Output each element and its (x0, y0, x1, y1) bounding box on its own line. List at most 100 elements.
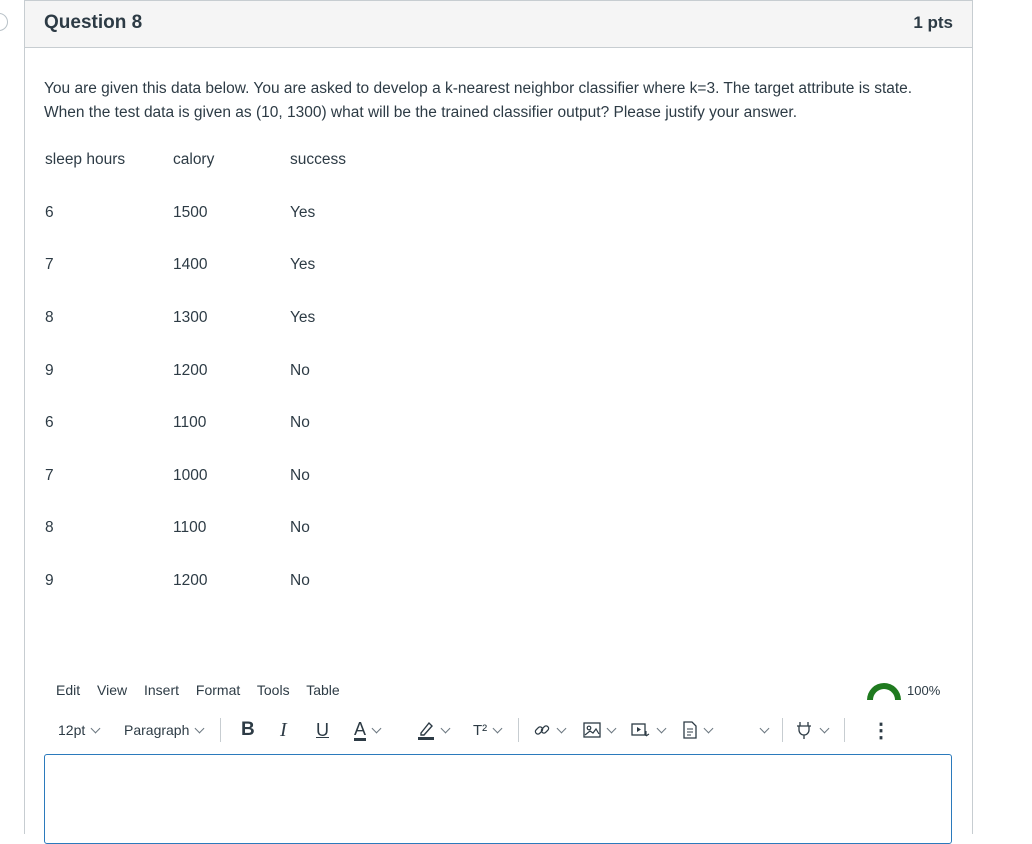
chevron-down-icon (440, 723, 451, 733)
chevron-down-icon (819, 723, 830, 733)
table-cell: Yes (290, 309, 316, 326)
chevron-down-icon (194, 723, 205, 733)
question-text: You are given this data below. You are a… (44, 77, 944, 125)
highlight-color-button[interactable] (417, 716, 451, 744)
table-cell: No (290, 467, 310, 484)
table-cell: 1200 (173, 362, 208, 379)
document-icon (683, 721, 697, 739)
table-cell: Yes (290, 256, 316, 273)
question-card: Question 8 1 pts You are given this data… (24, 0, 973, 844)
question-title: Question 8 (44, 12, 143, 33)
menu-insert[interactable]: Insert (144, 682, 179, 698)
accessibility-checker[interactable]: 100% (867, 680, 947, 702)
table-cell: No (290, 362, 310, 379)
block-format-select[interactable]: Paragraph (124, 716, 205, 744)
table-cell: 1100 (173, 519, 207, 536)
table-cell: 7 (45, 256, 54, 273)
text-color-button[interactable]: A (354, 716, 382, 744)
kebab-icon: ⋮ (871, 719, 891, 742)
table-row: 7 1400 Yes (45, 256, 445, 280)
table-cell: Yes (290, 204, 316, 221)
flag-question-icon[interactable] (0, 13, 8, 31)
table-row: 6 1500 Yes (45, 204, 445, 228)
image-button[interactable] (583, 716, 617, 744)
table-cell: 7 (45, 467, 54, 484)
chevron-down-icon (492, 723, 503, 733)
plug-icon (797, 722, 811, 739)
table-cell: 6 (45, 204, 54, 221)
menu-table[interactable]: Table (306, 682, 339, 698)
menu-tools[interactable]: Tools (257, 682, 290, 698)
media-button[interactable] (631, 716, 667, 744)
table-row: 8 1100 No (45, 519, 445, 543)
italic-button[interactable]: I (280, 716, 287, 744)
superscript-label: T² (473, 721, 488, 739)
link-icon (534, 725, 550, 735)
zoom-level: 100% (907, 683, 941, 698)
gauge-icon (867, 683, 901, 700)
table-cell: No (290, 519, 310, 536)
question-points: 1 pts (913, 13, 953, 32)
column-header: sleep hours (45, 151, 126, 168)
table-cell: 8 (45, 309, 54, 326)
apps-button[interactable] (794, 716, 830, 744)
toolbar-divider (220, 718, 221, 742)
highlighter-icon (418, 721, 434, 740)
font-size-value: 12pt (58, 722, 86, 738)
toolbar-divider (518, 718, 519, 742)
answer-text (45, 755, 951, 771)
bold-label: B (241, 719, 255, 740)
toolbar-divider (782, 718, 783, 742)
answer-editor[interactable] (44, 754, 952, 844)
chevron-down-icon (90, 723, 101, 733)
media-icon (631, 723, 650, 737)
table-row: 6 1100 No (45, 414, 445, 438)
menu-format[interactable]: Format (196, 682, 240, 698)
text-color-icon: A (354, 718, 367, 741)
block-format-value: Paragraph (124, 722, 190, 738)
menu-view[interactable]: View (97, 682, 127, 698)
table-cell: 8 (45, 519, 54, 536)
link-button[interactable] (533, 716, 567, 744)
table-cell: 1200 (173, 572, 208, 589)
table-row: 8 1300 Yes (45, 309, 445, 333)
question-header: Question 8 1 pts (25, 1, 972, 48)
table-header-row: sleep hours calory success (45, 151, 445, 175)
chevron-down-icon (371, 723, 382, 733)
question-text-line: You are given this data below. You are a… (44, 80, 913, 97)
column-header: success (290, 151, 346, 168)
table-cell: 1300 (173, 309, 208, 326)
image-icon (583, 722, 601, 738)
table-row: 9 1200 No (45, 362, 445, 386)
table-cell: 9 (45, 362, 54, 379)
chevron-down-icon (556, 723, 567, 733)
table-cell: 6 (45, 414, 54, 431)
underline-button[interactable]: U (316, 716, 329, 744)
toolbar-divider (844, 718, 845, 742)
table-cell: No (290, 572, 310, 589)
more-menu-button[interactable]: ⋮ (871, 716, 891, 744)
underline-label: U (316, 719, 329, 740)
bold-button[interactable]: B (241, 716, 255, 744)
editor-toolbar: 12pt Paragraph B I U A T² ⋮ (56, 716, 956, 744)
editor-menubar: Edit View Insert Format Tools Table (56, 682, 353, 698)
column-header: calory (173, 151, 215, 168)
superscript-button[interactable]: T² (473, 716, 503, 744)
more-options-dropdown[interactable] (754, 716, 770, 744)
menu-edit[interactable]: Edit (56, 682, 80, 698)
document-button[interactable] (682, 716, 714, 744)
italic-label: I (280, 718, 287, 741)
question-text-line: When the test data is given as (10, 1300… (44, 104, 798, 121)
table-row: 9 1200 No (45, 572, 445, 596)
font-size-select[interactable]: 12pt (58, 716, 101, 744)
chevron-down-icon (606, 723, 617, 733)
table-cell: 1400 (173, 256, 208, 273)
table-cell: No (290, 414, 310, 431)
table-cell: 1500 (173, 204, 208, 221)
table-cell: 9 (45, 572, 54, 589)
table-cell: 1000 (173, 467, 208, 484)
table-cell: 1100 (173, 414, 207, 431)
chevron-down-icon (703, 723, 714, 733)
chevron-down-icon (656, 723, 667, 733)
chevron-down-icon (759, 723, 770, 733)
